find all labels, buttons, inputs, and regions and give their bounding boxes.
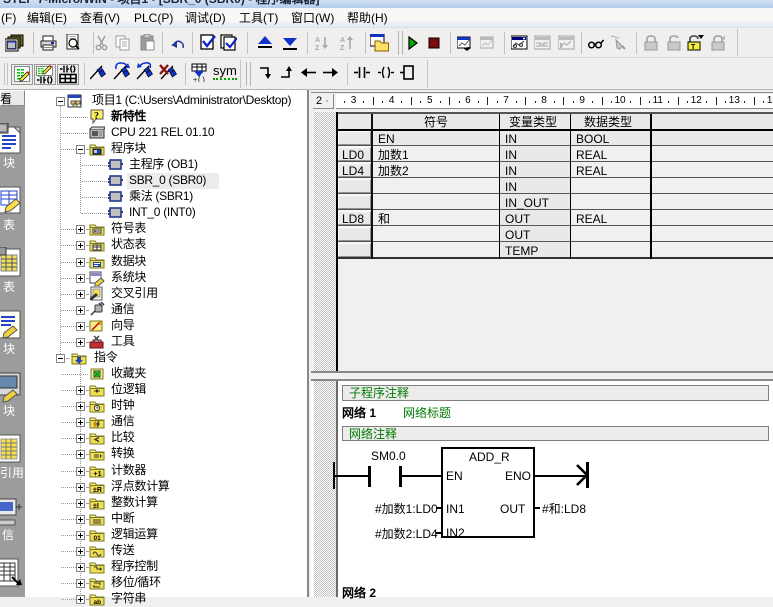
svg-text:Z: Z (340, 45, 345, 51)
svg-text:Z: Z (315, 45, 320, 51)
svg-text:±R: ±R (93, 487, 102, 494)
svg-text:±I: ±I (93, 503, 99, 510)
svg-text:+(): +() (193, 77, 206, 82)
svg-text:?: ? (94, 111, 99, 122)
svg-text:A: A (340, 37, 345, 44)
svg-text:T: T (691, 44, 696, 51)
svg-text:01: 01 (94, 535, 102, 542)
svg-text:ab: ab (94, 599, 102, 606)
svg-text:A: A (315, 37, 320, 44)
svg-text:+1: +1 (94, 471, 102, 478)
